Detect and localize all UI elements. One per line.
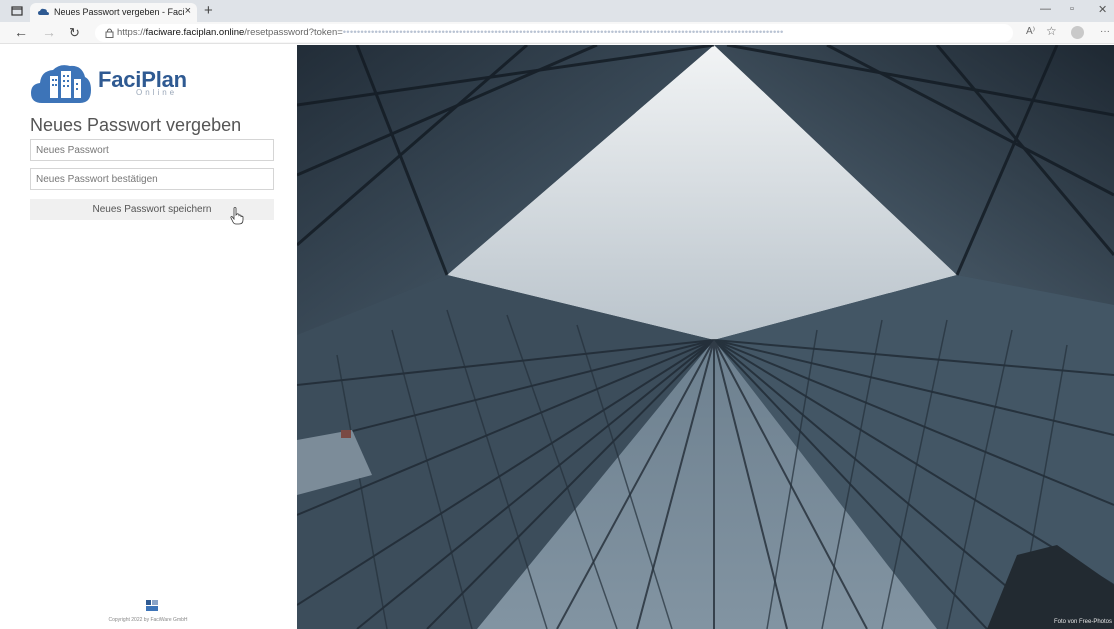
url-token: ••••••••••••••••••••••••••••••••••••••••…: [342, 27, 784, 38]
url-field[interactable]: https://faciware.faciplan.online/resetpa…: [95, 24, 1013, 42]
restore-button[interactable]: ▫: [1070, 3, 1074, 15]
more-menu-icon[interactable]: ···: [1100, 26, 1110, 37]
back-icon[interactable]: ←: [14, 25, 28, 40]
hand-pointer-icon: [230, 207, 244, 225]
browser-tab[interactable]: Neues Passwort vergeben - Faci ×: [30, 3, 197, 22]
browser-tab-strip: Neues Passwort vergeben - Faci × + — ▫ ✕: [0, 0, 1114, 22]
photo-credit: Foto von Free-Photos: [1053, 619, 1112, 625]
confirm-password-field[interactable]: [30, 168, 274, 190]
profile-avatar[interactable]: [1071, 26, 1084, 39]
read-aloud-icon[interactable]: A⁾: [1026, 26, 1035, 37]
faciplan-favicon-icon: [38, 8, 49, 15]
url-text: https://faciware.faciplan.online/resetpa…: [117, 27, 997, 38]
url-host: faciware.faciplan.online: [145, 27, 245, 38]
background-photo: Foto von Free-Photos: [297, 45, 1114, 629]
faciplan-logo-icon: [31, 65, 91, 103]
window-menu-icon[interactable]: [10, 4, 24, 18]
url-path: /resetpassword?token=: [244, 27, 343, 38]
new-password-field[interactable]: [30, 139, 274, 161]
forward-icon: →: [42, 24, 56, 40]
skyscraper-photo: [297, 45, 1114, 629]
favorites-icon[interactable]: ☆: [1046, 24, 1057, 38]
new-tab-button[interactable]: +: [204, 2, 213, 19]
reload-icon[interactable]: ↻: [69, 25, 80, 40]
login-panel: FaciPlan Online Neues Passwort vergeben …: [0, 45, 296, 629]
address-bar: ← → ↻ https://faciware.faciplan.online/r…: [0, 22, 1114, 44]
tab-title: Neues Passwort vergeben - Faci: [54, 7, 185, 17]
url-scheme: https://: [117, 27, 146, 38]
page-title: Neues Passwort vergeben: [30, 115, 242, 135]
close-window-button[interactable]: ✕: [1098, 3, 1107, 16]
minimize-button[interactable]: —: [1040, 3, 1051, 15]
lock-icon: [105, 28, 114, 38]
copyright-text: Copyright 2022 by FaciWare GmbH: [108, 617, 188, 623]
tab-close-icon[interactable]: ×: [185, 5, 191, 17]
logo-subtitle: Online: [136, 88, 178, 97]
faciware-icon: [146, 600, 158, 611]
